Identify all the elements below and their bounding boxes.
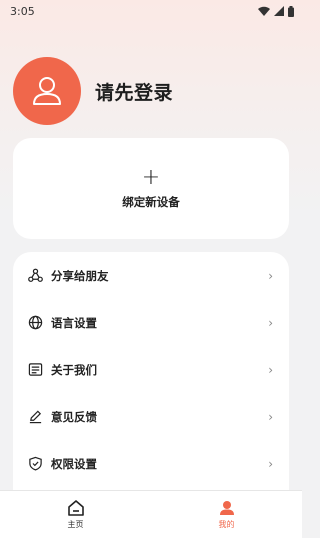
login-prompt[interactable]: 请先登录 [95,78,173,105]
home-icon [67,500,84,516]
settings-menu: 分享给朋友 › 语言设置 › 关于我们 › 意见反馈 › 权限设置 › [13,252,289,502]
edit-icon [27,409,43,425]
chevron-right-icon: › [268,315,273,330]
chevron-right-icon: › [268,456,273,471]
menu-label-share: 分享给朋友 [51,268,109,283]
menu-item-share[interactable]: 分享给朋友 › [13,252,289,299]
status-icons [258,5,294,17]
menu-item-about[interactable]: 关于我们 › [13,346,289,393]
menu-item-permissions[interactable]: 权限设置 › [13,440,289,487]
menu-label-permissions: 权限设置 [51,456,97,471]
chevron-right-icon: › [268,409,273,424]
add-icon: + [141,164,161,190]
shield-icon [27,456,43,472]
menu-label-about: 关于我们 [51,362,97,377]
user-icon [219,501,234,515]
wifi-icon [258,6,270,16]
user-icon [33,77,61,105]
share-icon [27,268,43,284]
menu-item-feedback[interactable]: 意见反馈 › [13,393,289,440]
nav-mine[interactable]: 我的 [151,491,302,538]
status-bar: 3:05 [0,0,302,22]
signal-icon [274,6,284,16]
menu-label-feedback: 意见反馈 [51,409,97,424]
nav-mine-label: 我的 [218,520,235,529]
avatar[interactable] [13,57,81,125]
document-icon [27,362,43,378]
chevron-right-icon: › [268,268,273,283]
nav-home-label: 主页 [67,520,84,529]
bind-device-label: 绑定新设备 [122,194,180,209]
menu-label-language: 语言设置 [51,315,97,330]
chevron-right-icon: › [268,362,273,377]
bind-device-card[interactable]: + 绑定新设备 [13,138,289,239]
nav-home[interactable]: 主页 [0,491,151,538]
bottom-nav: 主页 我的 [0,490,302,538]
menu-item-language[interactable]: 语言设置 › [13,299,289,346]
status-time: 3:05 [10,4,35,18]
globe-icon [27,315,43,331]
battery-icon [288,5,294,17]
profile-header[interactable]: 请先登录 [13,57,173,125]
